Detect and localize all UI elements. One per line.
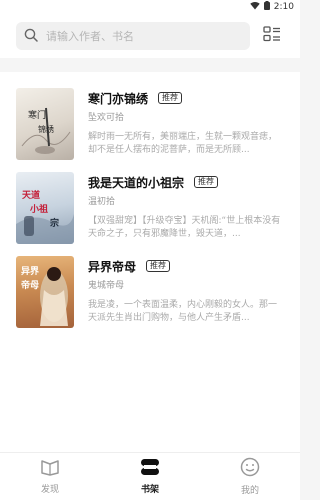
bottom-navigation: 发现 书架 我的 xyxy=(0,452,300,500)
book-author: 温初拾 xyxy=(88,197,116,207)
svg-text:宗: 宗 xyxy=(50,217,59,229)
bookshelf-icon xyxy=(140,458,160,480)
book-author: 鬼城帝母 xyxy=(88,281,125,291)
book-info: 异界帝母 推荐 鬼城帝母 我是凌，一个表面温柔，内心刚毅的女人。那一天派先生肖出… xyxy=(88,256,284,328)
search-input[interactable] xyxy=(46,29,250,43)
nav-label: 书架 xyxy=(140,485,159,495)
nav-discover[interactable]: 发现 xyxy=(0,453,100,500)
nav-profile[interactable]: 我的 xyxy=(200,453,300,500)
book-item[interactable]: 寒门 锦绣 寒门亦锦绣 推荐 坠欢可拾 解时雨一无所有，美丽端庄，生就一颗观音痣… xyxy=(0,88,300,160)
book-title: 异界帝母 xyxy=(88,259,137,274)
wifi-icon xyxy=(250,1,260,13)
status-time: 2:10 xyxy=(273,2,294,12)
section-spacer xyxy=(0,58,300,72)
book-author: 坠欢可拾 xyxy=(88,113,125,123)
nav-label: 发现 xyxy=(40,485,59,495)
book-item[interactable]: 天道 小祖 宗 我是天道的小祖宗 推荐 温初拾 【双强甜宠】【升级夺宝】天机阁:… xyxy=(0,172,300,244)
book-description: 【双强甜宠】【升级夺宝】天机阁:“世上根本没有天命之子，只有邪魔降世，毁天道，.… xyxy=(88,216,281,239)
battery-icon xyxy=(263,1,270,13)
svg-text:锦绣: 锦绣 xyxy=(38,124,54,134)
recommend-badge: 推荐 xyxy=(146,260,171,272)
list-menu-icon xyxy=(263,26,281,46)
search-box[interactable] xyxy=(16,22,250,50)
smiley-face-icon xyxy=(240,457,260,481)
book-item[interactable]: 异界 帝母 异界帝母 推荐 鬼城帝母 我是凌，一个表面温柔，内心刚毅的女人。那一… xyxy=(0,256,300,328)
search-icon xyxy=(24,27,38,46)
bookshelf-list: 寒门 锦绣 寒门亦锦绣 推荐 坠欢可拾 解时雨一无所有，美丽端庄，生就一颗观音痣… xyxy=(0,72,300,454)
book-info: 我是天道的小祖宗 推荐 温初拾 【双强甜宠】【升级夺宝】天机阁:“世上根本没有天… xyxy=(88,172,284,244)
svg-text:异界: 异界 xyxy=(21,266,39,277)
status-bar: 2:10 xyxy=(0,0,300,14)
recommend-badge: 推荐 xyxy=(158,92,183,104)
book-info: 寒门亦锦绣 推荐 坠欢可拾 解时雨一无所有，美丽端庄，生就一颗观音痣，却不是任人… xyxy=(88,88,284,160)
list-menu-button[interactable] xyxy=(258,22,286,50)
nav-label: 我的 xyxy=(240,486,259,496)
cover-title-art: 寒门 xyxy=(28,109,46,121)
nav-bookshelf[interactable]: 书架 xyxy=(100,453,200,500)
book-description: 我是凌，一个表面温柔，内心刚毅的女人。那一天派先生肖出门购物，与他人产生矛盾..… xyxy=(88,300,278,323)
book-title: 我是天道的小祖宗 xyxy=(88,175,185,190)
book-cover: 天道 小祖 宗 xyxy=(16,172,74,244)
book-description: 解时雨一无所有，美丽端庄，生就一颗观音痣，却不是任人摆布的泥菩萨，而是无所顾..… xyxy=(88,132,278,155)
book-cover: 寒门 锦绣 xyxy=(16,88,74,160)
book-open-icon xyxy=(40,458,60,480)
svg-text:天道: 天道 xyxy=(22,189,40,201)
svg-text:小祖: 小祖 xyxy=(29,203,48,215)
top-bar xyxy=(0,14,300,58)
recommend-badge: 推荐 xyxy=(194,176,219,188)
book-cover: 异界 帝母 xyxy=(16,256,74,328)
svg-text:帝母: 帝母 xyxy=(21,279,39,291)
book-title: 寒门亦锦绣 xyxy=(88,91,149,106)
